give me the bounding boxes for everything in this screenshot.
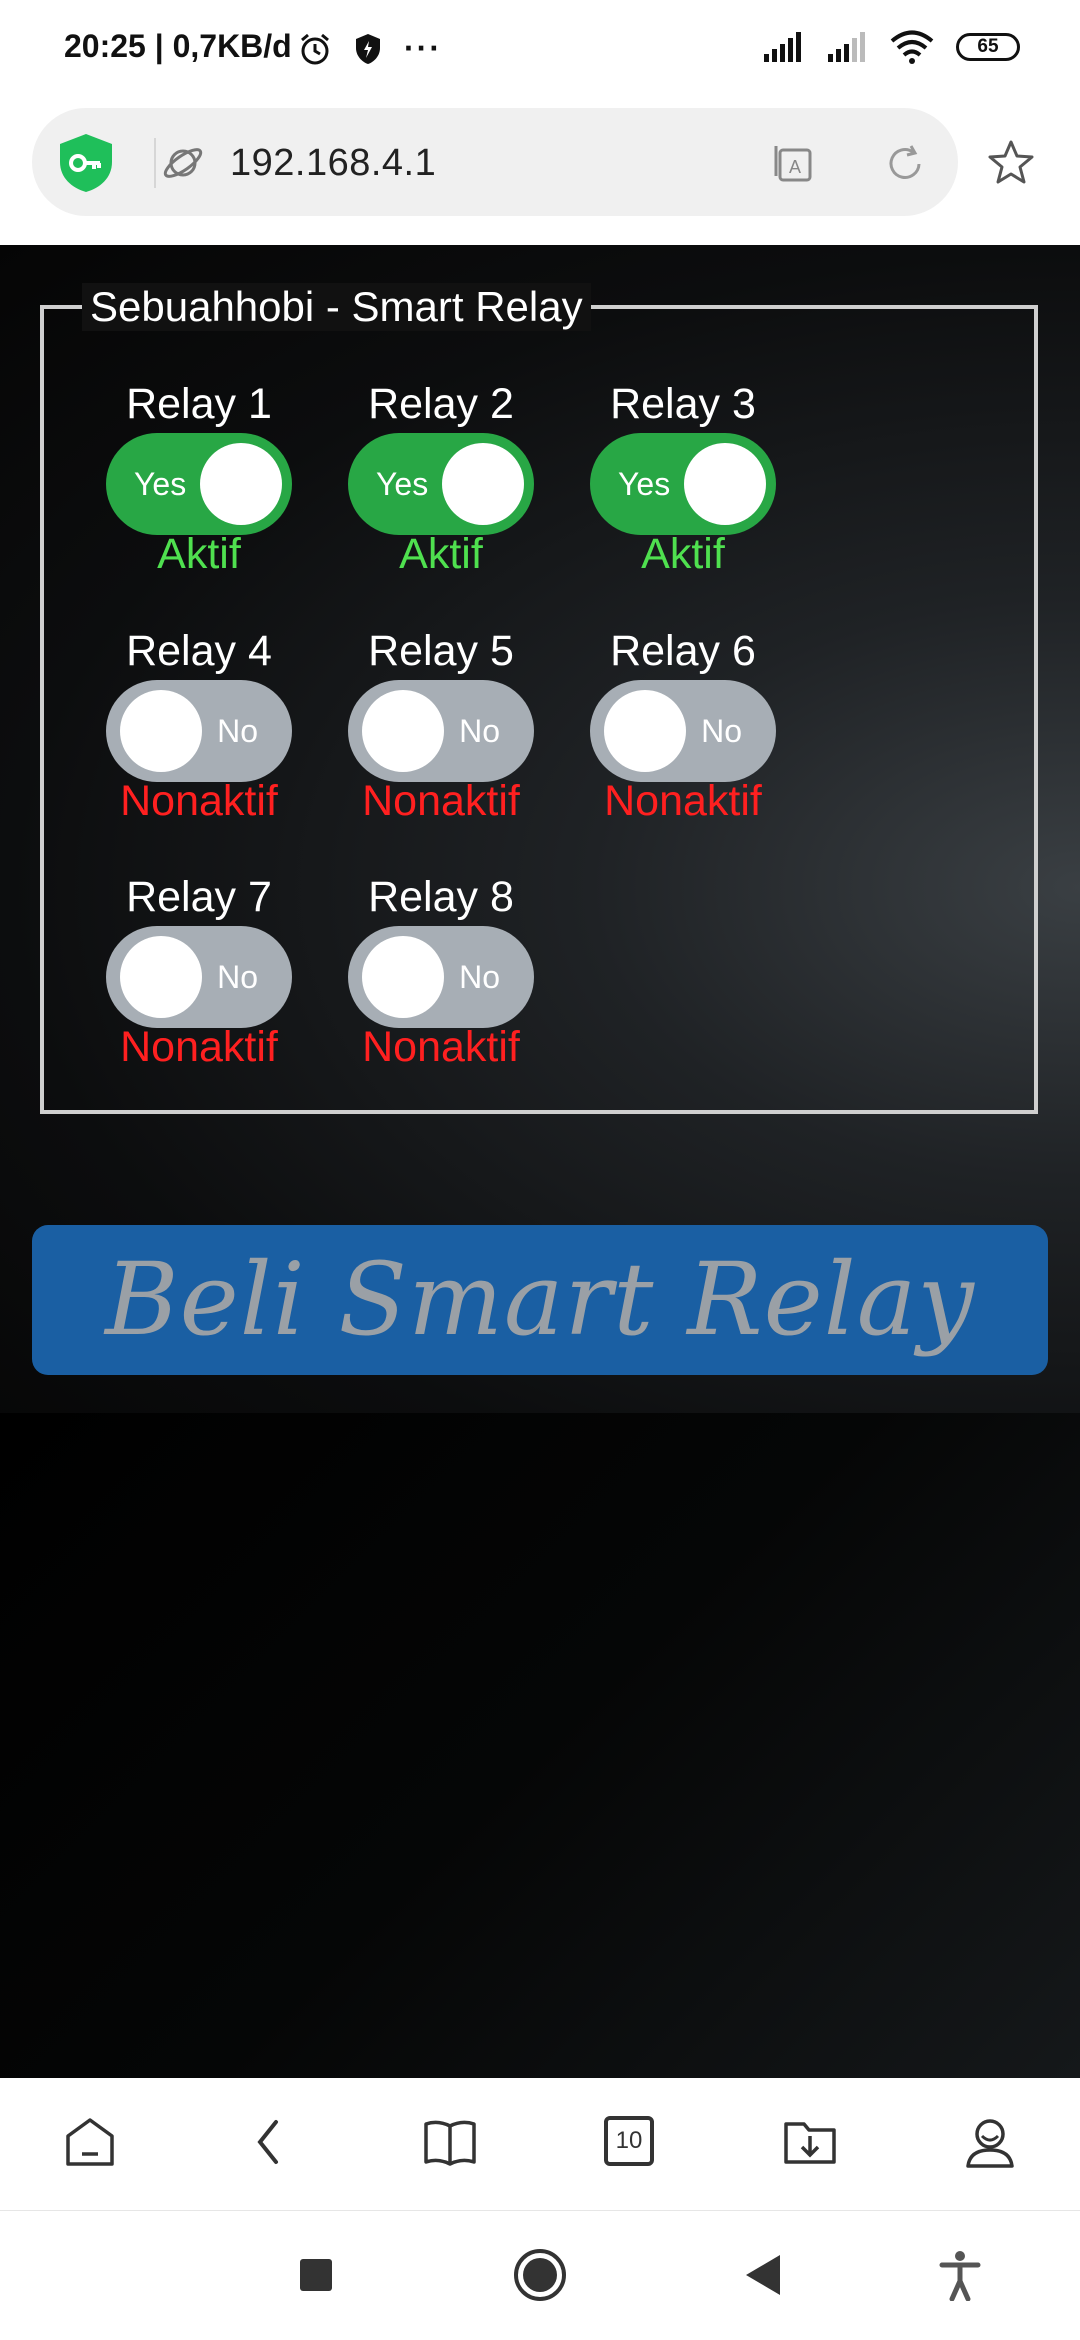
toggle-knob xyxy=(120,936,202,1018)
relay-state: Nonaktif xyxy=(120,1023,278,1071)
status-bar: 20:25 | 0,7KB/d ··· 65 xyxy=(0,0,1080,100)
relay-8-toggle[interactable]: No xyxy=(348,926,534,1028)
toggle-knob xyxy=(442,443,524,525)
relay-label: Relay 6 xyxy=(610,627,756,675)
relay-state: Aktif xyxy=(399,530,483,578)
relay-state: Aktif xyxy=(641,530,725,578)
site-info-icon[interactable] xyxy=(160,140,206,186)
fieldset-legend: Sebuahhobi - Smart Relay xyxy=(82,283,591,331)
relay-state: Nonaktif xyxy=(362,1023,520,1071)
relay-5-toggle[interactable]: No xyxy=(348,680,534,782)
toggle-knob xyxy=(120,690,202,772)
wifi-icon xyxy=(890,30,934,64)
toggle-text: No xyxy=(217,713,258,749)
svg-text:A: A xyxy=(789,157,801,177)
secure-shield-icon[interactable] xyxy=(56,132,116,194)
relay-label: Relay 3 xyxy=(610,380,756,428)
relay-1-toggle[interactable]: Yes xyxy=(106,433,292,535)
relay-2: Relay 2 Yes Aktif xyxy=(341,379,541,577)
relay-label: Relay 5 xyxy=(368,627,514,675)
web-page: Sebuahhobi - Smart Relay Relay 1 Yes Akt… xyxy=(0,245,1080,1413)
relay-3-toggle[interactable]: Yes xyxy=(590,433,776,535)
relay-3: Relay 3 Yes Aktif xyxy=(583,379,783,577)
relay-state: Aktif xyxy=(157,530,241,578)
home-icon[interactable] xyxy=(62,2114,118,2170)
page-empty-area xyxy=(0,1413,1080,2078)
battery-indicator: 65 xyxy=(956,33,1020,61)
toggle-knob xyxy=(604,690,686,772)
relay-7-toggle[interactable]: No xyxy=(106,926,292,1028)
reload-icon[interactable] xyxy=(885,144,925,184)
toggle-knob xyxy=(684,443,766,525)
relay-4-toggle[interactable]: No xyxy=(106,680,292,782)
toggle-text: Yes xyxy=(134,466,187,502)
buy-smart-relay-button[interactable]: Beli Smart Relay xyxy=(32,1225,1048,1375)
relay-state: Nonaktif xyxy=(362,777,520,825)
shield-bolt-icon xyxy=(356,33,380,64)
browser-toolbar: 10 xyxy=(0,2078,1080,2211)
more-notifications: ··· xyxy=(404,30,442,66)
download-folder-icon[interactable] xyxy=(782,2114,838,2170)
signal-icon xyxy=(764,32,801,62)
home-nav-icon[interactable] xyxy=(512,2247,568,2303)
recents-icon[interactable] xyxy=(296,2255,336,2295)
browser-bar: 192.168.4.1 A xyxy=(0,100,1080,245)
translate-icon[interactable]: A xyxy=(774,144,814,184)
toggle-text: No xyxy=(217,959,258,995)
toggle-knob xyxy=(362,690,444,772)
relay-6: Relay 6 No Nonaktif xyxy=(583,626,783,824)
toggle-text: No xyxy=(459,713,500,749)
relay-label: Relay 7 xyxy=(126,873,272,921)
relay-1: Relay 1 Yes Aktif xyxy=(99,379,299,577)
system-nav-bar xyxy=(0,2211,1080,2340)
relay-fieldset: Sebuahhobi - Smart Relay Relay 1 Yes Akt… xyxy=(40,283,1038,1114)
url-text[interactable]: 192.168.4.1 xyxy=(230,142,436,185)
toggle-text: Yes xyxy=(618,466,671,502)
toggle-text: Yes xyxy=(376,466,429,502)
relay-8: Relay 8 No Nonaktif xyxy=(341,872,541,1070)
relay-6-toggle[interactable]: No xyxy=(590,680,776,782)
book-icon[interactable] xyxy=(422,2114,478,2170)
relay-5: Relay 5 No Nonaktif xyxy=(341,626,541,824)
relay-label: Relay 2 xyxy=(368,380,514,428)
address-bar[interactable]: 192.168.4.1 A xyxy=(32,108,958,216)
toggle-text: No xyxy=(459,959,500,995)
relay-label: Relay 8 xyxy=(368,873,514,921)
relay-state: Nonaktif xyxy=(604,777,762,825)
status-time: 20:25 | 0,7KB/d xyxy=(64,28,292,64)
relay-4: Relay 4 No Nonaktif xyxy=(99,626,299,824)
relay-state: Nonaktif xyxy=(120,777,278,825)
back-nav-icon[interactable] xyxy=(740,2251,784,2299)
toggle-text: No xyxy=(701,713,742,749)
toggle-knob xyxy=(200,443,282,525)
relay-2-toggle[interactable]: Yes xyxy=(348,433,534,535)
toggle-knob xyxy=(362,936,444,1018)
url-divider xyxy=(154,138,156,188)
relay-label: Relay 4 xyxy=(126,627,272,675)
relay-7: Relay 7 No Nonaktif xyxy=(99,872,299,1070)
profile-icon[interactable] xyxy=(962,2114,1018,2170)
bookmark-star-icon[interactable] xyxy=(986,138,1036,188)
accessibility-icon[interactable] xyxy=(938,2249,982,2301)
relay-label: Relay 1 xyxy=(126,380,272,428)
back-icon[interactable] xyxy=(248,2114,288,2170)
alarm-icon xyxy=(301,33,329,64)
tabs-icon[interactable]: 10 xyxy=(604,2116,654,2166)
signal-icon-2 xyxy=(828,32,865,62)
